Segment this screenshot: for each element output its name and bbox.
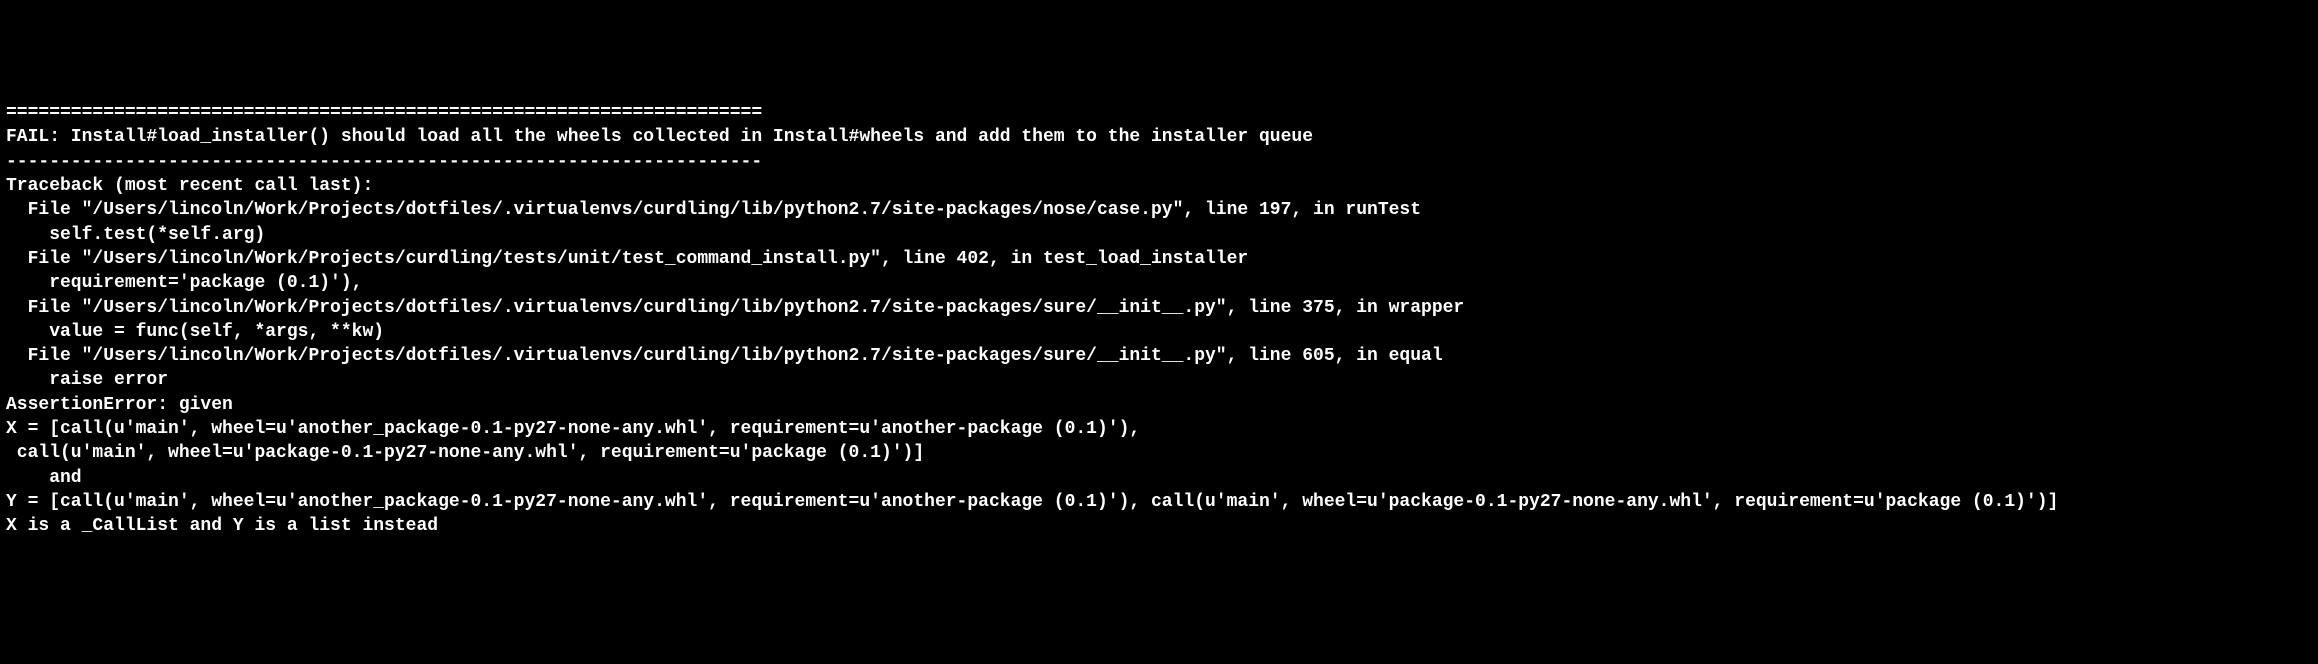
- terminal-line: X is a _CallList and Y is a list instead: [6, 514, 2312, 538]
- terminal-output: ========================================…: [6, 101, 2312, 538]
- terminal-line: FAIL: Install#load_installer() should lo…: [6, 125, 2312, 149]
- terminal-line: ========================================…: [6, 101, 2312, 125]
- terminal-line: Y = [call(u'main', wheel=u'another_packa…: [6, 490, 2312, 514]
- terminal-line: self.test(*self.arg): [6, 223, 2312, 247]
- terminal-line: File "/Users/lincoln/Work/Projects/dotfi…: [6, 344, 2312, 368]
- terminal-line: value = func(self, *args, **kw): [6, 320, 2312, 344]
- terminal-line: requirement='package (0.1)'),: [6, 271, 2312, 295]
- terminal-line: File "/Users/lincoln/Work/Projects/dotfi…: [6, 296, 2312, 320]
- terminal-line: and: [6, 466, 2312, 490]
- terminal-line: raise error: [6, 368, 2312, 392]
- terminal-line: AssertionError: given: [6, 393, 2312, 417]
- terminal-line: ----------------------------------------…: [6, 150, 2312, 174]
- terminal-line: File "/Users/lincoln/Work/Projects/dotfi…: [6, 198, 2312, 222]
- terminal-line: X = [call(u'main', wheel=u'another_packa…: [6, 417, 2312, 441]
- terminal-line: call(u'main', wheel=u'package-0.1-py27-n…: [6, 441, 2312, 465]
- terminal-line: File "/Users/lincoln/Work/Projects/curdl…: [6, 247, 2312, 271]
- terminal-line: Traceback (most recent call last):: [6, 174, 2312, 198]
